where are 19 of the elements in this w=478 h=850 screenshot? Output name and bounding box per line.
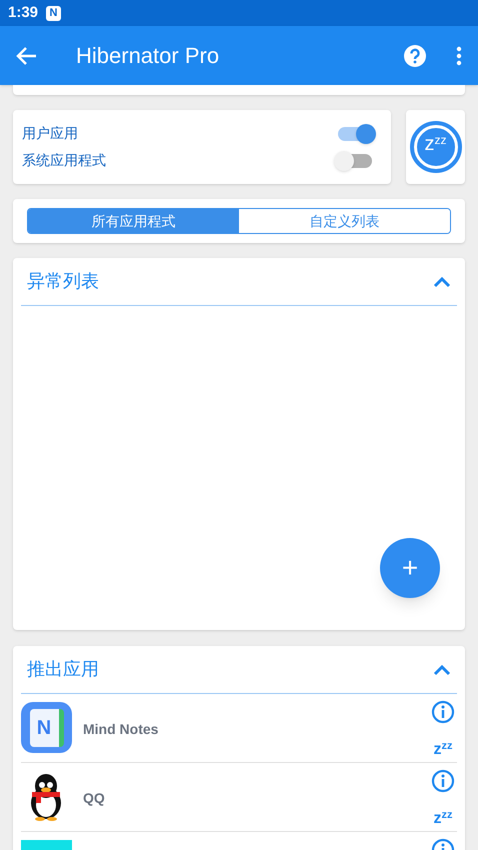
more-menu-icon[interactable] xyxy=(456,46,462,66)
info-icon[interactable] xyxy=(431,769,455,793)
help-icon[interactable] xyxy=(404,44,426,66)
section-title: 异常列表 xyxy=(27,270,99,293)
section-title: 推出应用 xyxy=(27,658,99,681)
chevron-up-icon[interactable] xyxy=(433,664,451,676)
app-title: Hibernator Pro xyxy=(76,42,220,70)
notes-app-icon: N xyxy=(21,702,72,753)
app-name: QQ xyxy=(83,789,106,808)
chevron-up-icon[interactable] xyxy=(433,276,451,288)
filter-label: 用户应用 xyxy=(22,124,78,143)
info-icon[interactable] xyxy=(431,700,455,724)
add-button[interactable]: + xyxy=(380,538,440,598)
segment-tab[interactable]: 所有应用程式 xyxy=(28,209,239,233)
back-arrow-icon[interactable] xyxy=(16,44,38,66)
filter-label: 系统应用程式 xyxy=(22,151,106,170)
app-name: Mind Notes xyxy=(83,720,160,739)
notification-icon: N xyxy=(46,6,62,20)
status-time: 1:39 xyxy=(8,2,38,23)
